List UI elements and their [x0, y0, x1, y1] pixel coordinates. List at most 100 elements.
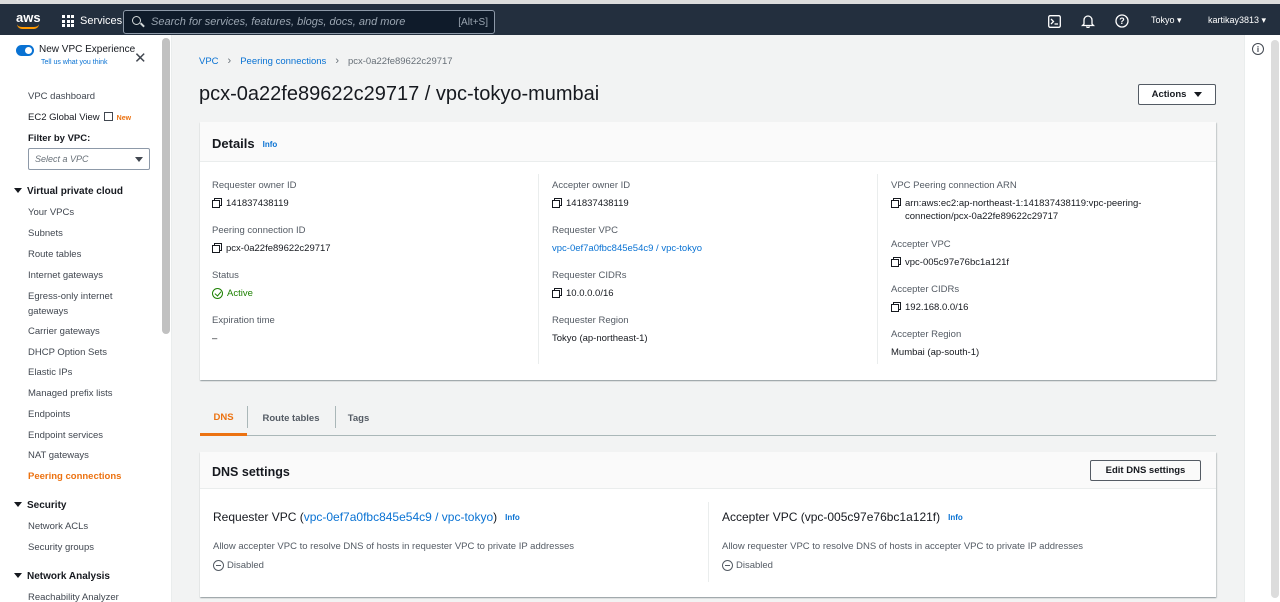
sidebar-item-subnets[interactable]: Subnets: [28, 228, 63, 239]
grid-icon: [62, 15, 74, 27]
search-shortcut-hint: [Alt+S]: [458, 16, 488, 28]
help-icon[interactable]: ?: [1114, 13, 1130, 29]
section-network-analysis[interactable]: Network Analysis: [14, 571, 110, 582]
field-label: Peering connection ID: [212, 225, 306, 236]
column-divider: [538, 174, 539, 364]
field-label: Requester Region: [552, 315, 629, 326]
details-title: Details Info: [212, 136, 277, 151]
section-security[interactable]: Security: [14, 500, 66, 511]
requester-vpc-link[interactable]: vpc-0ef7a0fbc845e54c9 / vpc-tokyo: [552, 242, 702, 255]
field-label: Requester CIDRs: [552, 270, 627, 281]
field-label: Requester owner ID: [212, 180, 297, 191]
sidebar-scrollbar[interactable]: [162, 38, 170, 334]
sidebar-item-ec2-global-view[interactable]: EC2 Global View New: [28, 112, 131, 123]
sidebar-item-peering-connections[interactable]: Peering connections: [28, 471, 121, 482]
requester-dns-status-text: Disabled: [227, 560, 264, 571]
sidebar-item-network-acls[interactable]: Network ACLs: [28, 521, 88, 532]
copy-icon[interactable]: [212, 243, 222, 253]
sidebar-item-reachability-analyzer[interactable]: Reachability Analyzer: [28, 592, 119, 602]
cloudshell-icon[interactable]: [1046, 13, 1062, 29]
breadcrumb-peering-connections[interactable]: Peering connections: [240, 56, 326, 67]
accepter-region-value: Mumbai (ap-south-1): [891, 347, 980, 358]
region-selector[interactable]: Tokyo ▾: [1151, 15, 1182, 26]
field-status: Status Active: [212, 270, 253, 300]
accepter-owner-id-value: 141837438119: [566, 198, 629, 209]
dns-header: DNS settings Edit DNS settings: [200, 452, 1216, 489]
search-box[interactable]: [Alt+S]: [123, 10, 495, 34]
sidebar-item-egress-only-internet-gateways[interactable]: Egress-only internet: [28, 291, 112, 302]
feedback-link[interactable]: Tell us what you think: [41, 59, 108, 66]
requester-region-value: Tokyo (ap-northeast-1): [552, 333, 648, 344]
copy-icon[interactable]: [552, 198, 562, 208]
details-info-link[interactable]: Info: [263, 140, 278, 149]
copy-icon[interactable]: [891, 302, 901, 312]
field-label: Accepter CIDRs: [891, 284, 960, 295]
field-requester-region: Requester Region Tokyo (ap-northeast-1): [552, 315, 648, 345]
account-menu[interactable]: kartikay3813 ▾: [1208, 15, 1266, 26]
sidebar-item-elastic-ips[interactable]: Elastic IPs: [28, 367, 72, 378]
field-peering-connection-arn: VPC Peering connection ARN arn:aws:ec2:a…: [891, 180, 1141, 223]
close-icon[interactable]: ✕: [134, 49, 147, 67]
sidebar-item-endpoint-services[interactable]: Endpoint services: [28, 430, 103, 441]
requester-info-link[interactable]: Info: [505, 513, 520, 522]
sidebar-item-your-vpcs[interactable]: Your VPCs: [28, 207, 74, 218]
vpc-filter-select[interactable]: Select a VPC: [28, 148, 150, 170]
edit-dns-settings-button[interactable]: Edit DNS settings: [1090, 460, 1201, 481]
filter-by-vpc-label: Filter by VPC:: [28, 133, 91, 144]
sidebar-navigation: New VPC Experience Tell us what you thin…: [0, 35, 172, 602]
details-title-text: Details: [212, 136, 255, 151]
copy-icon[interactable]: [552, 288, 562, 298]
accepter-dns-description: Allow requester VPC to resolve DNS of ho…: [722, 541, 1083, 552]
sidebar-item-dhcp-option-sets[interactable]: DHCP Option Sets: [28, 347, 107, 358]
field-label: Expiration time: [212, 315, 275, 326]
search-input[interactable]: [151, 16, 451, 28]
requester-vpc-dns-link[interactable]: vpc-0ef7a0fbc845e54c9 / vpc-tokyo: [304, 510, 493, 524]
sidebar-item-internet-gateways[interactable]: Internet gateways: [28, 270, 103, 281]
breadcrumb-vpc[interactable]: VPC: [199, 56, 219, 67]
sidebar-item-egress-only-internet-gateways-line2[interactable]: gateways: [28, 306, 68, 317]
sidebar-item-endpoints[interactable]: Endpoints: [28, 409, 70, 420]
copy-icon[interactable]: [891, 198, 901, 208]
new-experience-toggle[interactable]: [16, 45, 34, 56]
column-divider: [877, 174, 878, 364]
sidebar-item-vpc-dashboard[interactable]: VPC dashboard: [28, 91, 95, 102]
disabled-icon: [213, 560, 224, 571]
field-requester-cidrs: Requester CIDRs 10.0.0.0/16: [552, 270, 626, 300]
copy-icon[interactable]: [891, 257, 901, 267]
breadcrumb-current: pcx-0a22fe89622c29717: [347, 55, 453, 67]
sidebar-item-route-tables[interactable]: Route tables: [28, 249, 81, 260]
sidebar-item-security-groups[interactable]: Security groups: [28, 542, 94, 553]
aws-logo[interactable]: aws: [16, 10, 42, 30]
tab-route-tables[interactable]: Route tables: [253, 402, 329, 435]
accepter-cidrs-value: 192.168.0.0/16: [905, 302, 969, 313]
external-link-icon: [103, 112, 113, 121]
new-badge: New: [116, 115, 132, 122]
tab-divider: [247, 406, 248, 428]
arn-value: arn:aws:ec2:ap-northeast-1:141837438119:…: [905, 197, 1141, 223]
caret-down-icon: [14, 188, 22, 193]
actions-button[interactable]: Actions: [1138, 84, 1216, 105]
tab-dns[interactable]: DNS: [200, 402, 247, 436]
sidebar-item-nat-gateways[interactable]: NAT gateways: [28, 450, 89, 461]
accepter-dns-title: Accepter VPC (vpc-005c97e76bc1a121f): [722, 510, 941, 524]
copy-icon[interactable]: [212, 198, 222, 208]
bell-icon[interactable]: [1080, 13, 1096, 29]
tab-tags[interactable]: Tags: [340, 402, 377, 435]
field-accepter-cidrs: Accepter CIDRs 192.168.0.0/16: [891, 284, 968, 314]
field-requester-owner-id: Requester owner ID 141837438119: [212, 180, 296, 210]
dns-title: DNS settings: [212, 465, 290, 479]
accepter-dns-status-text: Disabled: [736, 560, 773, 571]
sidebar-item-carrier-gateways[interactable]: Carrier gateways: [28, 326, 100, 337]
section-label: Network Analysis: [27, 571, 110, 582]
info-icon[interactable]: i: [1252, 43, 1264, 55]
arn-value-line1: arn:aws:ec2:ap-northeast-1:141837438119:…: [905, 198, 1142, 209]
requester-suffix: ): [493, 510, 498, 524]
accepter-info-link[interactable]: Info: [948, 513, 963, 522]
chevron-right-icon: ›: [335, 55, 339, 67]
field-label: VPC Peering connection ARN: [891, 180, 1017, 191]
accepter-dns-heading: Accepter VPC (vpc-005c97e76bc1a121f) Info: [722, 510, 1083, 524]
sidebar-item-managed-prefix-lists[interactable]: Managed prefix lists: [28, 388, 112, 399]
services-button[interactable]: Services: [62, 12, 122, 30]
page-scrollbar[interactable]: [1271, 40, 1279, 598]
section-virtual-private-cloud[interactable]: Virtual private cloud: [14, 186, 123, 197]
